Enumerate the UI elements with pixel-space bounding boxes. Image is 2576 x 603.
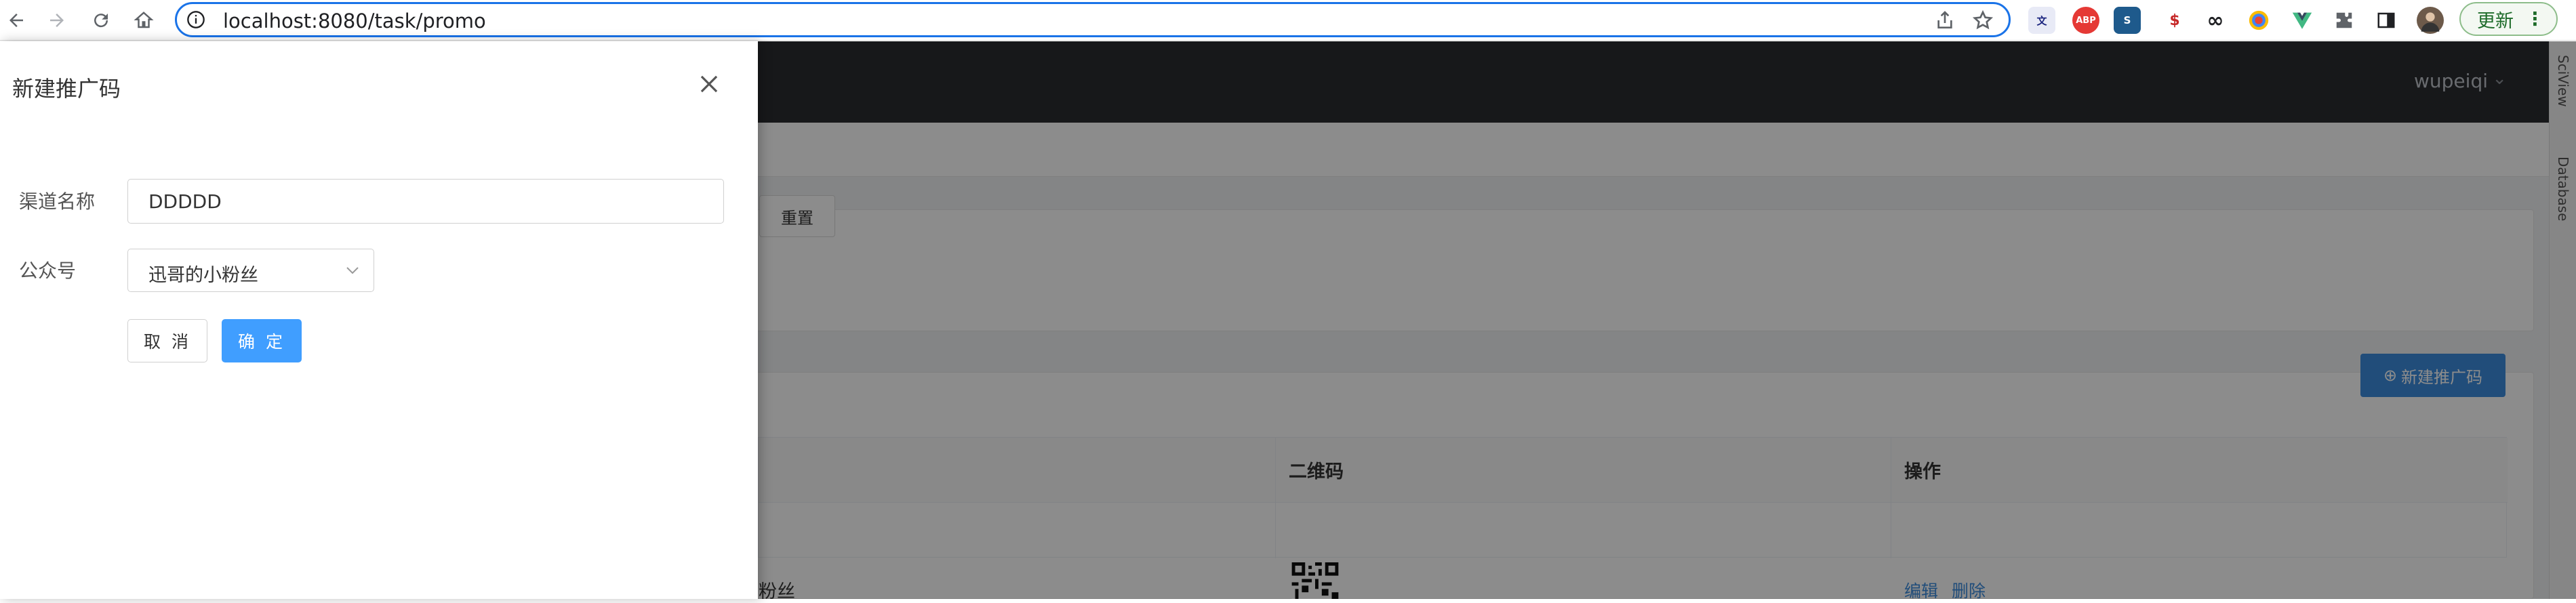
url-text[interactable]: localhost:8080/task/promo [223,9,486,33]
back-icon[interactable] [0,4,33,37]
info-icon[interactable] [186,10,205,29]
address-bar[interactable]: localhost:8080/task/promo [175,2,2011,37]
color-picker-icon[interactable] [2245,7,2272,34]
more-menu-icon[interactable]: ⋮ [2526,9,2544,30]
close-icon[interactable] [696,71,722,97]
s-extension-icon[interactable]: S [2114,7,2141,34]
sidebar-icon[interactable] [2373,7,2400,34]
home-icon[interactable] [127,4,160,37]
translate-icon[interactable]: 文 [2028,7,2055,34]
channel-name-label: 渠道名称 [19,190,96,213]
puzzle-icon[interactable] [2331,7,2358,34]
bookmark-star-icon[interactable] [1972,9,1994,31]
new-promo-drawer: 新建推广码 渠道名称 公众号 迅哥的小粉丝 取 消 确 定 [0,41,758,599]
price-extension-icon[interactable]: $ [2161,7,2188,34]
drawer-title: 新建推广码 [12,76,121,102]
confirm-button[interactable]: 确 定 [222,319,302,362]
chevron-down-icon [346,267,359,274]
profile-avatar[interactable] [2417,7,2444,34]
account-select-value: 迅哥的小粉丝 [148,265,258,286]
share-icon[interactable] [1934,9,1956,31]
infinity-icon[interactable]: ∞ [2202,7,2229,34]
account-label: 公众号 [19,259,77,282]
channel-name-input[interactable] [127,179,724,224]
account-select[interactable]: 迅哥的小粉丝 [127,249,374,292]
update-label: 更新 [2477,10,2514,32]
vue-devtools-icon[interactable] [2289,7,2316,34]
browser-toolbar: localhost:8080/task/promo 文 ABP S $ ∞ 更新… [0,0,2576,41]
update-button[interactable]: 更新 ⋮ [2459,2,2558,36]
reload-icon[interactable] [85,4,117,37]
cancel-button[interactable]: 取 消 [127,319,207,362]
forward-icon[interactable] [41,4,73,37]
adblock-icon[interactable]: ABP [2072,7,2099,34]
